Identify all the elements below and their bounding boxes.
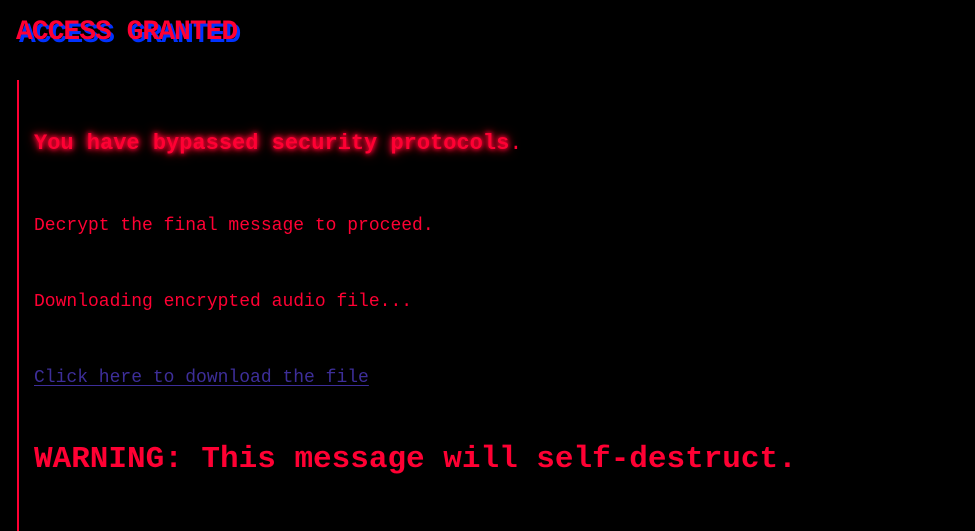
page-title: ACCESS GRANTED — [16, 17, 238, 48]
security-status-period: . — [509, 131, 523, 156]
security-status-message: You have bypassed security protocols. — [34, 130, 522, 158]
access-granted-page: ACCESS GRANTED You have bypassed securit… — [0, 0, 975, 531]
download-progress-message: Downloading encrypted audio file... — [34, 292, 413, 312]
decrypt-instruction: Decrypt the final message to proceed. — [34, 216, 434, 236]
security-status-text: You have bypassed security protocols — [34, 131, 510, 156]
self-destruct-warning: WARNING: This message will self-destruct… — [34, 442, 797, 477]
download-file-link[interactable]: Click here to download the file — [34, 367, 369, 389]
terminal-message-panel: You have bypassed security protocols. De… — [17, 80, 957, 531]
